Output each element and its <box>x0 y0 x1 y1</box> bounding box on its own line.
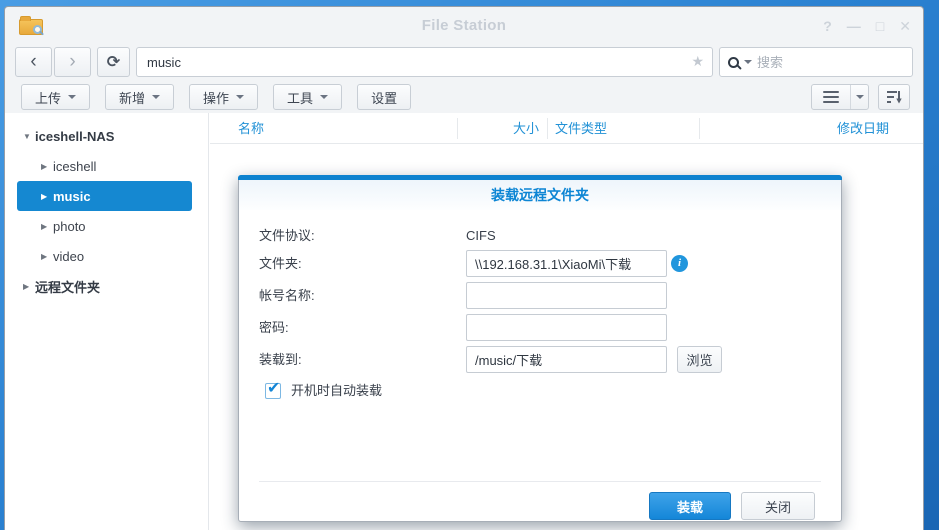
chevron-down-icon <box>236 95 244 99</box>
sidebar-item-label: video <box>53 249 84 264</box>
column-header-type[interactable]: 文件类型 <box>555 113 607 144</box>
settings-button[interactable]: 设置 <box>357 84 411 110</box>
chevron-down-icon <box>68 95 76 99</box>
password-field[interactable] <box>466 314 667 341</box>
auto-mount-checkbox[interactable]: ✔ <box>265 383 281 399</box>
mount-remote-folder-dialog: 装载远程文件夹 文件协议: CIFS 文件夹: i 帐号名称: 密码: 装载到:… <box>238 175 842 522</box>
action-button-label: 操作 <box>203 88 229 107</box>
close-button[interactable]: 关闭 <box>741 492 815 520</box>
search-input[interactable] <box>757 55 904 70</box>
favorite-star-icon[interactable]: ★ <box>691 53 704 70</box>
sidebar-item-label: iceshell-NAS <box>35 129 114 144</box>
view-mode-split-button <box>811 84 869 110</box>
column-divider[interactable] <box>699 118 700 139</box>
sidebar-item-iceshell[interactable]: ▶ iceshell <box>5 151 208 181</box>
sidebar-item-music[interactable]: ▶ music <box>17 181 192 211</box>
list-view-icon <box>823 96 839 98</box>
column-header-name[interactable]: 名称 <box>238 113 264 144</box>
chevron-right-icon[interactable]: ▶ <box>23 282 35 291</box>
titlebar: File Station ? — □ ✕ <box>5 7 923 45</box>
create-button-label: 新增 <box>119 88 145 107</box>
chevron-down-icon <box>152 95 160 99</box>
column-divider[interactable] <box>547 118 548 139</box>
sidebar-item-label: music <box>53 189 91 204</box>
list-view-button[interactable] <box>812 85 850 109</box>
sidebar-item-label: iceshell <box>53 159 96 174</box>
refresh-button[interactable]: ⟳ <box>97 47 130 77</box>
chevron-right-icon[interactable]: ▶ <box>41 252 53 261</box>
account-label: 帐号名称: <box>259 282 315 309</box>
back-button[interactable]: ‹ <box>15 47 52 77</box>
info-icon[interactable]: i <box>671 255 688 272</box>
sort-button[interactable] <box>878 84 910 110</box>
column-header-size[interactable]: 大小 <box>457 113 539 144</box>
folder-field[interactable] <box>466 250 667 277</box>
column-header-modified[interactable]: 修改日期 <box>837 113 889 144</box>
search-options-caret-icon[interactable] <box>744 60 752 64</box>
window-title: File Station <box>5 7 923 45</box>
view-controls <box>811 84 910 110</box>
create-button[interactable]: 新增 <box>105 84 174 110</box>
mount-to-label: 装载到: <box>259 346 302 373</box>
chevron-right-icon[interactable]: ▶ <box>41 192 53 201</box>
search-box[interactable] <box>719 47 913 77</box>
sidebar-item-label: photo <box>53 219 86 234</box>
chevron-down-icon[interactable]: ▼ <box>23 132 35 141</box>
search-icon <box>728 57 739 68</box>
protocol-label: 文件协议: <box>259 222 315 249</box>
sidebar-item-label: 远程文件夹 <box>35 277 100 296</box>
sidebar-item-iceshell-nas[interactable]: ▼ iceshell-NAS <box>5 121 208 151</box>
chevron-down-icon <box>856 95 864 99</box>
chevron-right-icon[interactable]: ▶ <box>41 162 53 171</box>
upload-button[interactable]: 上传 <box>21 84 90 110</box>
auto-mount-label[interactable]: 开机时自动装载 <box>291 383 382 399</box>
maximize-icon[interactable]: □ <box>876 18 884 34</box>
sidebar-folder-tree: ▼ iceshell-NAS ▶ iceshell ▶ music ▶ phot… <box>5 113 209 530</box>
sidebar-item-remote-folders[interactable]: ▶ 远程文件夹 <box>5 271 208 301</box>
sort-descending-icon <box>886 90 902 104</box>
browse-button[interactable]: 浏览 <box>677 346 722 373</box>
action-toolbar: 上传 新增 操作 工具 设置 <box>5 83 923 111</box>
file-list-header: 名称 大小 文件类型 修改日期 <box>210 113 923 144</box>
minimize-icon[interactable]: — <box>847 18 861 34</box>
action-button[interactable]: 操作 <box>189 84 258 110</box>
window-controls: ? — □ ✕ <box>823 7 911 45</box>
navigation-bar: ‹ › ⟳ ★ <box>5 46 923 80</box>
tools-button[interactable]: 工具 <box>273 84 342 110</box>
tools-button-label: 工具 <box>287 88 313 107</box>
chevron-down-icon <box>320 95 328 99</box>
help-icon[interactable]: ? <box>823 18 832 34</box>
close-icon[interactable]: ✕ <box>899 18 911 35</box>
sidebar-item-photo[interactable]: ▶ photo <box>5 211 208 241</box>
chevron-right-icon[interactable]: ▶ <box>41 222 53 231</box>
protocol-value: CIFS <box>466 222 496 249</box>
password-label: 密码: <box>259 314 289 341</box>
footer-divider <box>259 481 821 482</box>
mount-to-field[interactable] <box>466 346 667 373</box>
forward-button[interactable]: › <box>54 47 91 77</box>
mount-button[interactable]: 装载 <box>649 492 731 520</box>
settings-button-label: 设置 <box>371 88 397 107</box>
dialog-title: 装载远程文件夹 <box>239 180 841 210</box>
path-bar: ★ <box>136 47 713 77</box>
view-mode-caret-button[interactable] <box>850 85 868 109</box>
account-field[interactable] <box>466 282 667 309</box>
checkmark-icon: ✔ <box>267 378 280 398</box>
upload-button-label: 上传 <box>35 88 61 107</box>
sidebar-item-video[interactable]: ▶ video <box>5 241 208 271</box>
folder-label: 文件夹: <box>259 250 302 277</box>
path-input[interactable] <box>136 47 713 77</box>
